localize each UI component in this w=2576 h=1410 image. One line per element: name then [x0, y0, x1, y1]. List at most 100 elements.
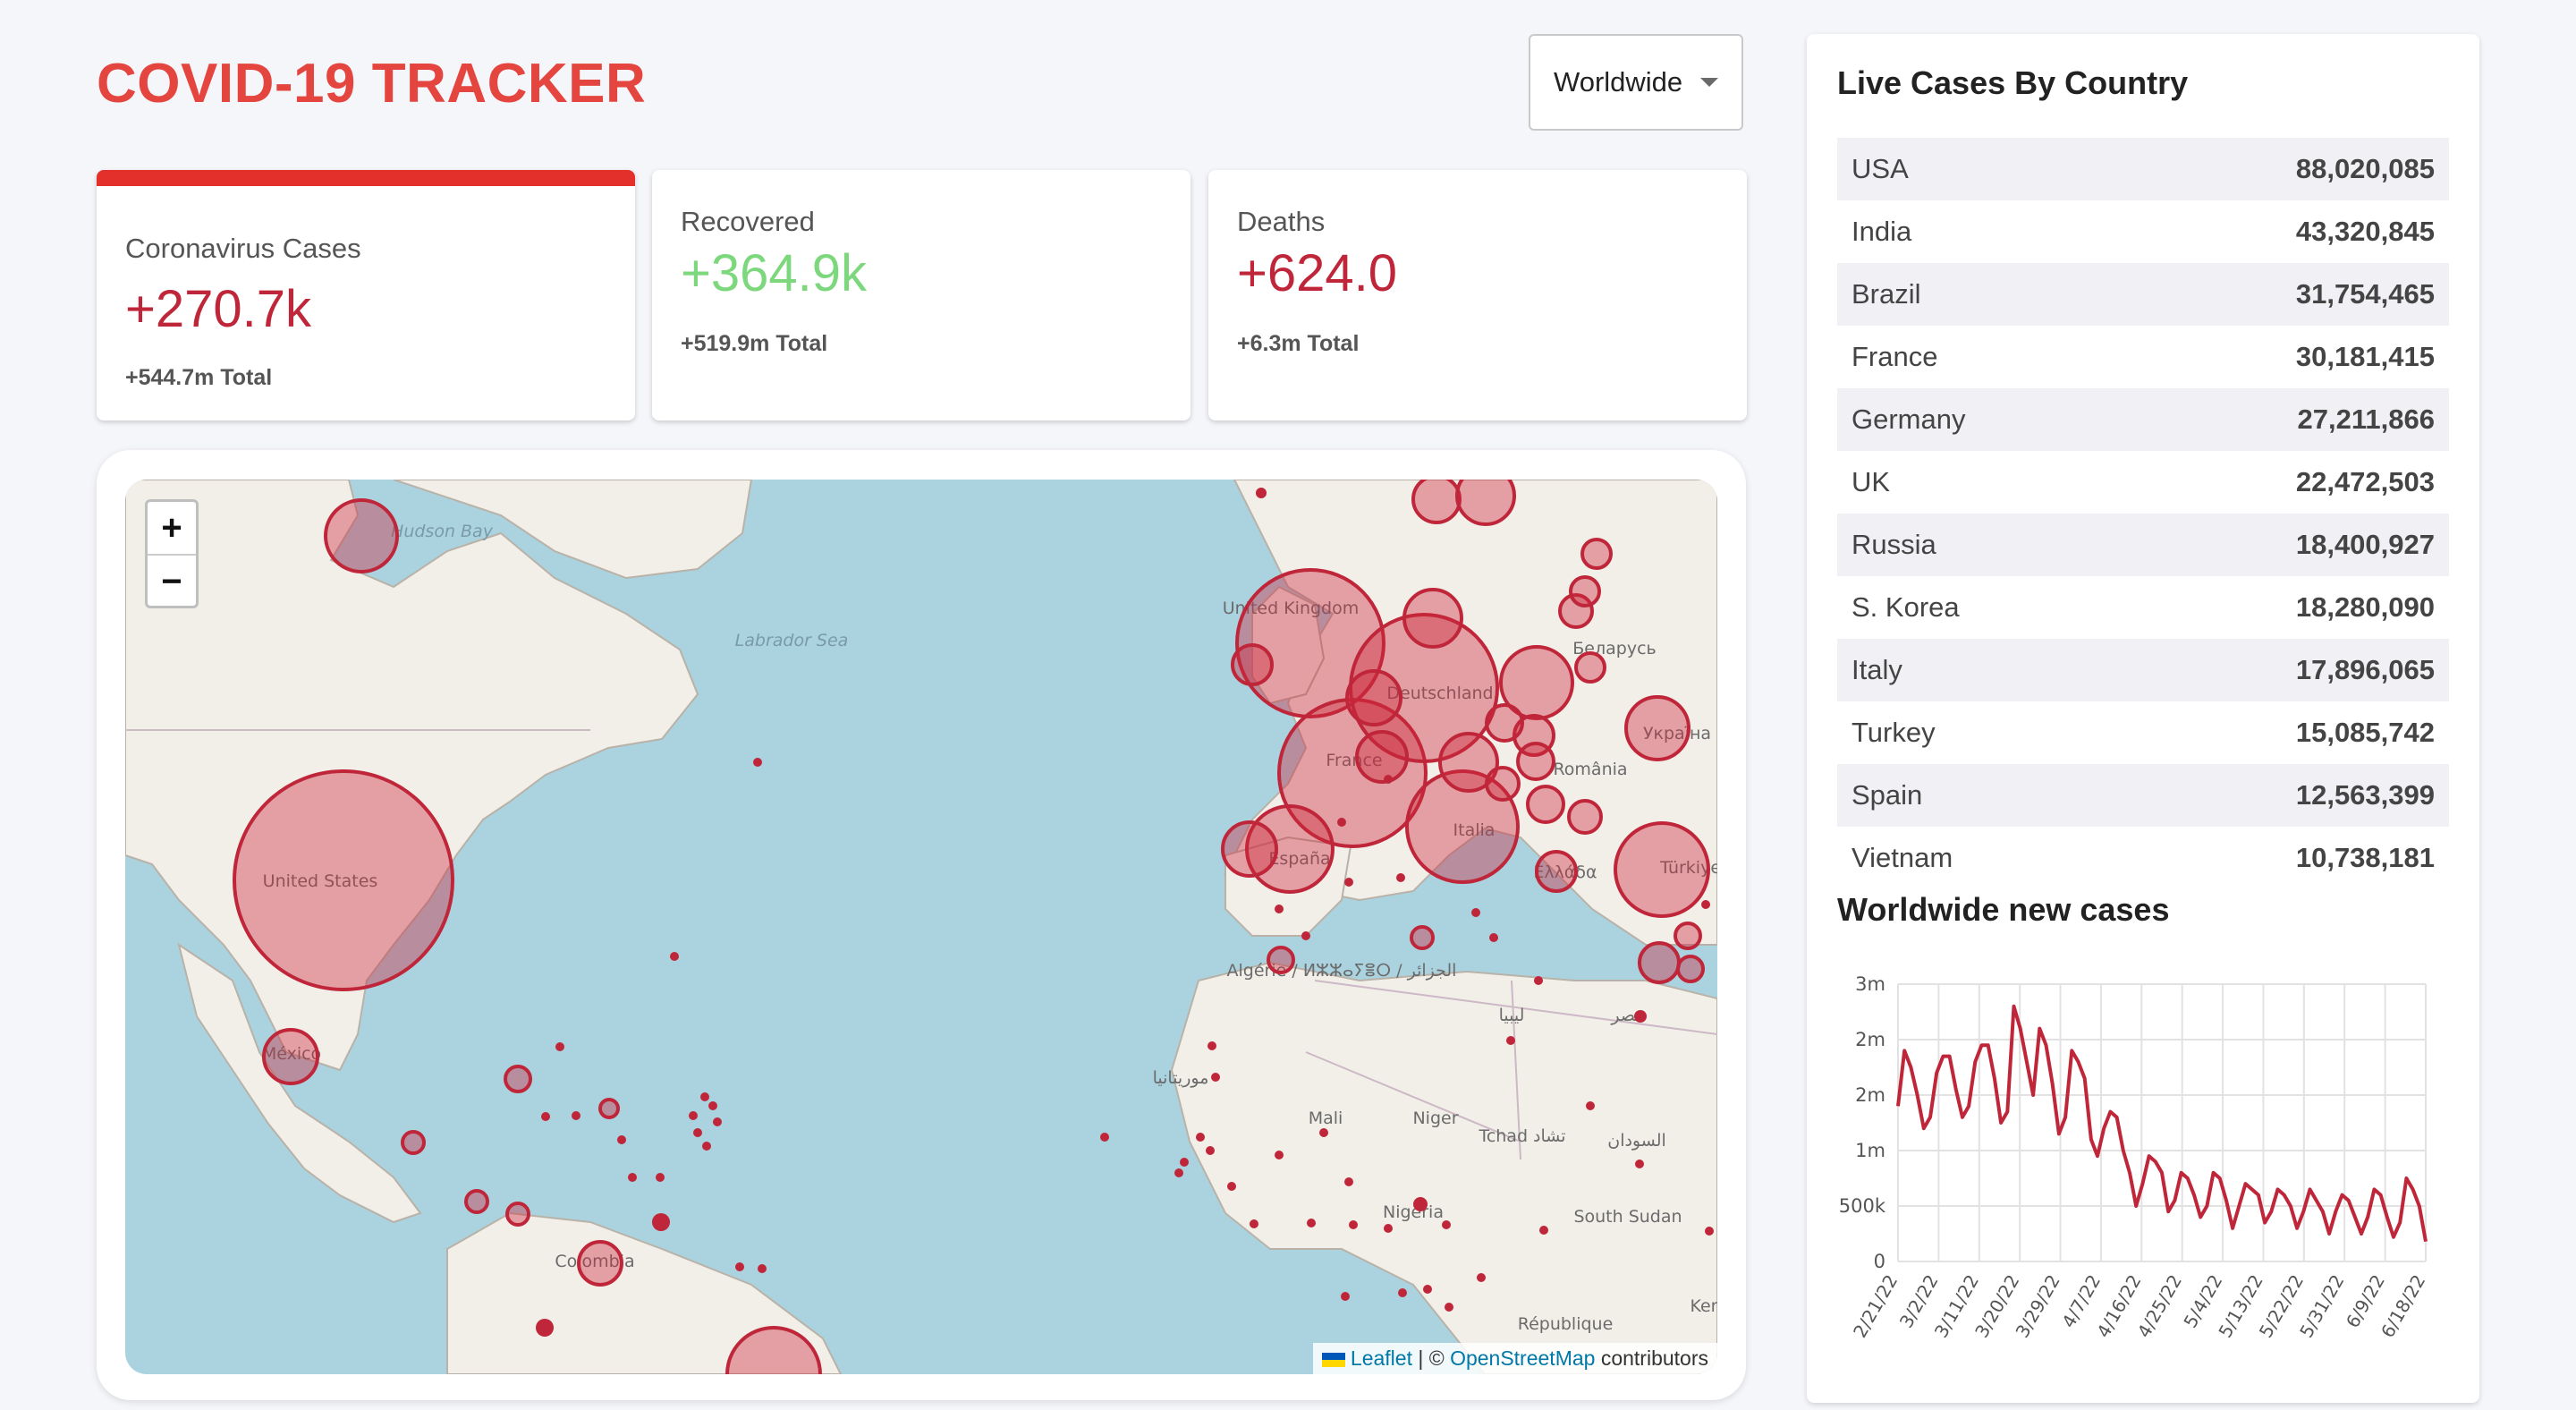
country-name: UK [1852, 466, 1891, 497]
case-bubble-guatemala [401, 1130, 426, 1155]
case-bubble-israel [1638, 941, 1681, 984]
case-bubble-turkey [1614, 821, 1710, 918]
case-bubble-romania [1516, 742, 1555, 781]
case-bubble-us [233, 769, 454, 991]
case-bubble-serbia [1526, 785, 1565, 824]
cases-label: Coronavirus Cases [125, 233, 361, 264]
map-canvas[interactable]: Hudson Bay Labrador Sea United States Mé… [125, 480, 1717, 1374]
recovered-value: +364.9k [681, 244, 868, 302]
x-tick-label: 2/21/22 [1849, 1271, 1902, 1342]
chart-title: Worldwide new cases [1837, 891, 2170, 928]
case-bubble-morocco [1267, 946, 1295, 974]
case-bubble-bulgaria [1567, 799, 1603, 835]
country-name: Russia [1852, 529, 1936, 560]
case-bubble-sweden [1455, 480, 1516, 526]
country-name: Spain [1852, 779, 1923, 811]
map-label-libya: ليبيا [1499, 1006, 1525, 1025]
y-tick-label: 2m [1855, 1029, 1885, 1050]
caret-down-icon [1700, 78, 1718, 87]
case-count: 27,211,866 [2297, 403, 2435, 435]
map-label-tchad: Tchad تشاد [1478, 1126, 1565, 1146]
country-name: USA [1852, 153, 1909, 184]
case-count: 15,085,742 [2295, 717, 2435, 748]
case-bubble-belgium [1345, 669, 1402, 726]
table-row: S. Korea 18,280,090 [1837, 576, 2449, 639]
table-row: Brazil 31,754,465 [1837, 263, 2449, 326]
attribution-separator: | © [1411, 1346, 1451, 1370]
deaths-total: +6.3m Total [1237, 331, 1360, 356]
leaflet-link[interactable]: Leaflet [1351, 1346, 1412, 1370]
country-name: Turkey [1852, 717, 1936, 748]
world-map[interactable]: Hudson Bay Labrador Sea United States Mé… [125, 480, 1717, 1374]
case-count: 43,320,845 [2295, 216, 2435, 247]
recovered-label: Recovered [681, 206, 815, 237]
case-count: 18,280,090 [2295, 591, 2435, 623]
case-bubble-ireland [1231, 643, 1274, 686]
table-row: France 30,181,415 [1837, 326, 2449, 388]
y-tick-label: 1m [1855, 1140, 1885, 1161]
case-bubble-belarus [1574, 651, 1606, 684]
case-bubble-cyprus [1674, 922, 1702, 950]
country-name: Italy [1852, 654, 1902, 685]
country-name: Brazil [1852, 278, 1921, 310]
table-row: Germany 27,211,866 [1837, 388, 2449, 451]
country-name: India [1852, 216, 1912, 247]
case-bubble-portugal [1221, 820, 1278, 878]
case-count: 17,896,065 [2295, 654, 2435, 685]
map-attribution: Leaflet | © OpenStreetMap contributors [1312, 1343, 1717, 1374]
table-row: India 43,320,845 [1837, 200, 2449, 263]
map-label-labrador: Labrador Sea [735, 631, 849, 650]
zoom-in-button[interactable]: + [148, 502, 196, 554]
case-count: 22,472,503 [2295, 466, 2435, 497]
map-label-hudson: Hudson Bay [391, 522, 494, 541]
country-select-value: Worldwide [1554, 66, 1683, 98]
table-row: USA 88,020,085 [1837, 138, 2449, 200]
recovered-card[interactable]: Recovered +364.9k +519.9m Total [652, 170, 1191, 420]
country-select[interactable]: Worldwide [1529, 34, 1743, 131]
zoom-out-button[interactable]: − [148, 554, 196, 607]
case-bubble-denmark [1402, 588, 1463, 649]
case-bubble-cuba [504, 1065, 532, 1093]
map-label-kenya: Ker [1690, 1296, 1717, 1316]
case-bubble-lebanon [1676, 955, 1705, 983]
y-tick-label: 2m [1855, 1084, 1885, 1106]
map-label-mali: Mali [1309, 1108, 1343, 1128]
case-bubble-estonia [1580, 538, 1613, 570]
y-tick-label: 0 [1874, 1251, 1885, 1272]
table-row: Vietnam 10,738,181 [1837, 827, 2449, 888]
case-bubble-panama [505, 1202, 530, 1227]
country-name: S. Korea [1852, 591, 1960, 623]
table-row: Russia 18,400,927 [1837, 514, 2449, 576]
cases-value: +270.7k [125, 280, 312, 338]
attribution-tail: contributors [1595, 1346, 1708, 1370]
live-cases-title: Live Cases By Country [1837, 64, 2189, 101]
map-label-algerie: Algérie / ⵍⵣⵣⴰⵢⴻⵔ / الجزائر [1227, 961, 1457, 981]
map-label-niger: Niger [1412, 1108, 1458, 1128]
case-count: 10,738,181 [2295, 842, 2435, 873]
case-bubble-mexico [262, 1028, 319, 1085]
deaths-label: Deaths [1237, 206, 1326, 237]
country-name: Vietnam [1852, 842, 1953, 873]
case-bubble-norway [1411, 480, 1462, 524]
country-name: France [1852, 341, 1938, 372]
live-cases-table[interactable]: USA 88,020,085 India 43,320,845 Brazil 31,754… [1837, 138, 2449, 888]
app-title: COVID-19 TRACKER [97, 53, 647, 115]
table-row: Italy 17,896,065 [1837, 639, 2449, 701]
osm-link[interactable]: OpenStreetMap [1450, 1346, 1595, 1370]
zoom-control: + − [145, 499, 199, 608]
case-bubble-switzerland [1355, 730, 1409, 784]
ukraine-flag-icon [1321, 1352, 1345, 1367]
map-label-rca: République [1518, 1314, 1614, 1334]
case-bubble-canada [324, 498, 399, 573]
case-bubble-costa-rica [464, 1189, 489, 1214]
case-bubble-colombia [577, 1240, 623, 1287]
deaths-value: +624.0 [1237, 244, 1398, 302]
cases-total: +544.7m Total [125, 365, 273, 390]
map-label-south-sudan: South Sudan [1573, 1207, 1682, 1227]
case-bubble-tunisia [1410, 925, 1435, 950]
cases-card[interactable]: Coronavirus Cases +270.7k +544.7m Total [97, 170, 635, 420]
case-bubble-croatia [1485, 766, 1521, 802]
deaths-card[interactable]: Deaths +624.0 +6.3m Total [1208, 170, 1747, 420]
case-count: 18,400,927 [2295, 529, 2435, 560]
table-row: Turkey 15,085,742 [1837, 701, 2449, 764]
